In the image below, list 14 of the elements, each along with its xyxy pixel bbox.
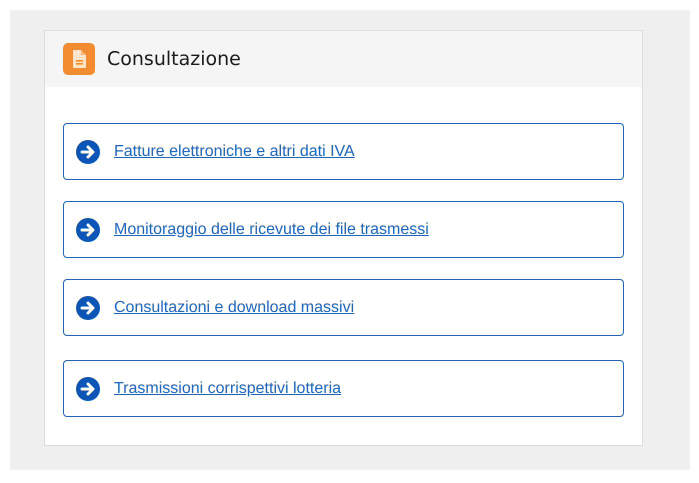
document-icon [63,43,95,75]
link[interactable]: Trasmissioni corrispettivi lotteria [114,380,342,398]
link-card[interactable]: Fatture elettroniche e altri dati IVA [63,123,624,180]
link-card[interactable]: Consultazioni e download massivi [63,279,624,336]
link-card[interactable]: Trasmissioni corrispettivi lotteria [63,360,624,417]
link[interactable]: Monitoraggio delle ricevute dei file trasmessi [114,220,429,238]
arrow-circle-icon [76,296,100,320]
arrow-circle-icon [76,376,100,400]
link[interactable]: Consultazioni e download massivi [114,298,354,316]
link-card[interactable]: Monitoraggio delle ricevute dei file trasmessi [63,201,624,258]
link[interactable]: Fatture elettroniche e altri dati IVA [114,142,355,160]
arrow-circle-icon [76,218,100,242]
panel-title: Consultazione [107,48,241,70]
arrow-circle-icon [76,140,100,164]
